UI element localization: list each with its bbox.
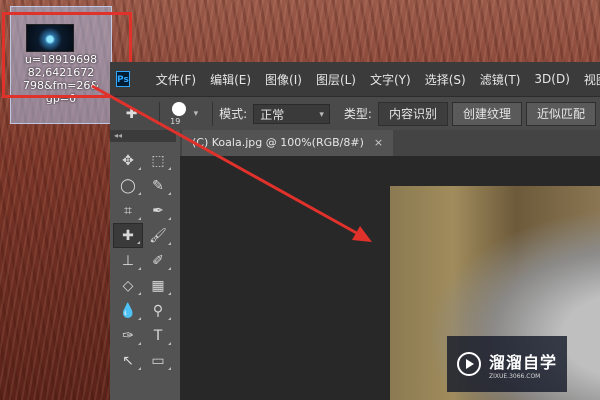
menu-edit[interactable]: 编辑(E) [210,71,251,88]
brush-tip-icon [172,101,187,116]
type-icon[interactable]: T [143,323,173,348]
divider [159,101,161,126]
move-icon[interactable]: ✥ [113,148,143,173]
dodge-icon[interactable]: ⚲ [143,298,173,323]
lasso-icon[interactable]: ◯ [113,173,143,198]
brush-size-value: 19 [170,116,181,126]
crop-icon[interactable]: ⌗ [113,198,143,223]
type-proximity-match-button[interactable]: 近似匹配 [526,101,597,126]
path-select-icon[interactable]: ↖ [113,348,143,373]
document-tab-title: (C) Koala.jpg @ 100%(RGB/8#) [192,136,364,149]
type-label: 类型: [343,107,372,121]
stamp-icon[interactable]: ⊥ [113,248,143,273]
chevron-down-icon[interactable]: ▾ [194,109,199,119]
tool-preset-picker[interactable]: ✚ [110,100,153,127]
menu-layer[interactable]: 图层(L) [316,71,356,88]
brush-icon[interactable]: 🖌 [143,223,173,248]
brush-preset-picker[interactable]: 19 [166,100,193,128]
spot-healing-icon[interactable]: ✚ [113,223,143,248]
rectangle-icon[interactable]: ▭ [143,348,173,373]
type-content-aware-button[interactable]: 内容识别 [377,101,448,126]
mode-value: 正常 [260,107,285,122]
eraser-icon[interactable]: ◇ [113,273,143,298]
spot-healing-brush-icon: ✚ [125,105,138,122]
chevron-down-icon: ▾ [319,109,324,120]
menu-type[interactable]: 文字(Y) [370,71,411,88]
photoshop-logo: Ps [116,71,130,87]
play-logo-icon [457,352,481,376]
document-tab-bar: (C) Koala.jpg @ 100%(RGB/8#) × [180,130,600,156]
panel-collapse-button[interactable]: ◂◂ [110,130,176,142]
menu-image[interactable]: 图像(I) [265,71,302,88]
type-create-texture-button[interactable]: 创建纹理 [451,101,522,126]
eyedropper-icon[interactable]: ✒ [143,198,173,223]
gradient-icon[interactable]: ▦ [143,273,173,298]
menu-file[interactable]: 文件(F) [156,71,196,88]
mode-label: 模式: [219,107,248,121]
menu-3d[interactable]: 3D(D) [534,72,569,86]
close-icon[interactable]: × [374,136,383,149]
menu-view[interactable]: 视图(V) [584,71,600,88]
history-brush-icon[interactable]: ✐ [143,248,173,273]
watermark: 溜溜自学 ZIXUE.3066.COM [447,336,567,392]
watermark-text: 溜溜自学 ZIXUE.3066.COM [489,349,557,380]
marquee-icon[interactable]: ⬚ [143,148,173,173]
tools-panel: ◂◂ ✥ ⬚ ◯ ✎ ⌗ ✒ ✚ 🖌 ⊥ ✐ ◇ ▦ 💧 ⚲ ✑ T ↖ ▭ [110,130,176,400]
mode-select[interactable]: 正常 ▾ [253,103,330,124]
watermark-subtitle: ZIXUE.3066.COM [489,372,541,380]
tool-grid: ✥ ⬚ ◯ ✎ ⌗ ✒ ✚ 🖌 ⊥ ✐ ◇ ▦ 💧 ⚲ ✑ T ↖ ▭ [110,142,176,373]
menu-filter[interactable]: 滤镜(T) [480,71,521,88]
watermark-title: 溜溜自学 [489,352,558,372]
quick-select-icon[interactable]: ✎ [143,173,173,198]
divider [212,101,214,126]
menu-select[interactable]: 选择(S) [425,71,466,88]
options-bar: ✚ 19 ▾ 模式: 正常 ▾ 类型: 内容识别 创建纹理 近似匹配 [110,96,600,130]
blur-icon[interactable]: 💧 [113,298,143,323]
menu-bar: Ps 文件(F) 编辑(E) 图像(I) 图层(L) 文字(Y) 选择(S) 滤… [110,62,600,96]
pen-icon[interactable]: ✑ [113,323,143,348]
document-tab[interactable]: (C) Koala.jpg @ 100%(RGB/8#) × [182,130,394,156]
